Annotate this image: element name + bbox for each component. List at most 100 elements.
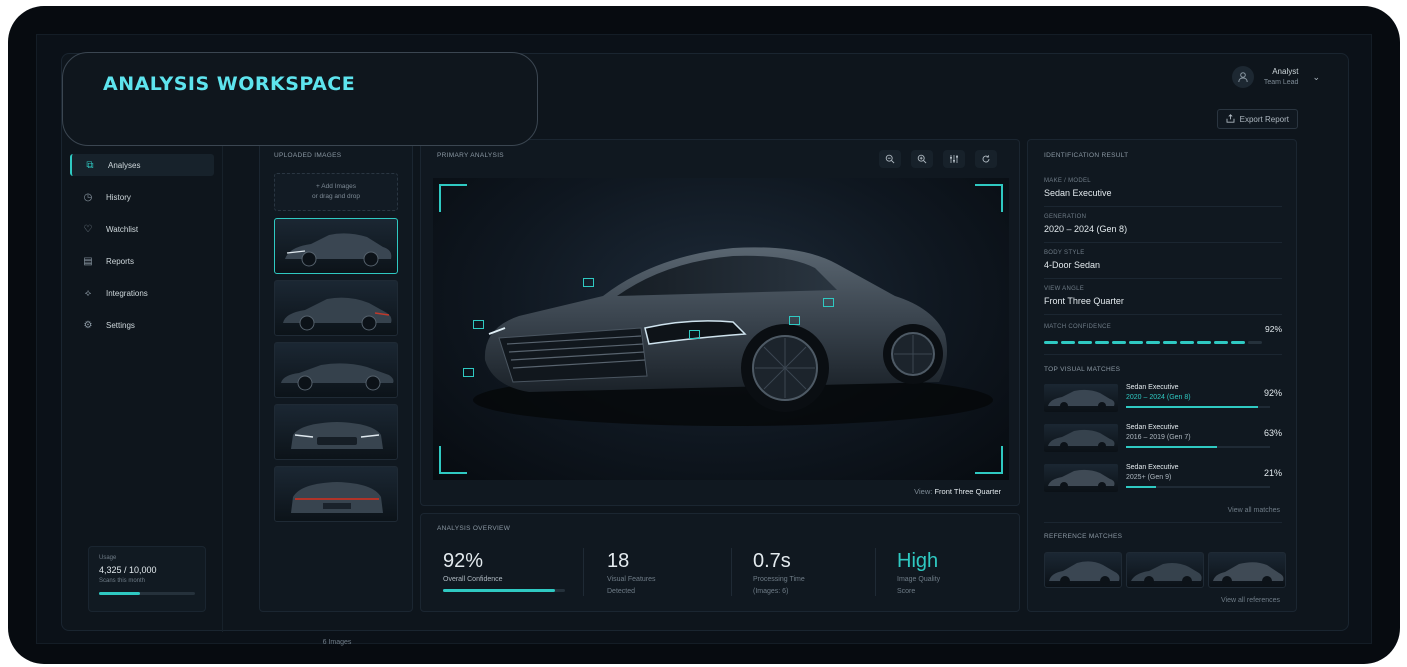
match-item[interactable]: Sedan Executive 2025+ (Gen 9) 21% [1044,462,1282,496]
usage-value: 4,325 / 10,000 [99,565,157,575]
sidebar-item-label: Watchlist [106,224,139,234]
view-all-references-link[interactable]: View all references [1221,597,1280,604]
feature-marker[interactable] [473,320,484,329]
sidebar-item-settings[interactable]: ⚙ Settings [70,314,214,336]
zoom-out-icon[interactable] [879,150,901,168]
image-thumbnail[interactable] [274,280,398,336]
metric-value: High [897,550,939,572]
zoom-in-icon[interactable] [911,150,933,168]
confidence-segment [1061,341,1075,344]
top-matches-label: TOP VISUAL MATCHES [1044,366,1121,373]
divider [1044,314,1282,315]
viewer-toolbar [879,150,997,168]
feature-marker[interactable] [583,278,594,287]
metric-label: Image Quality [897,576,941,583]
confidence-segment [1180,341,1194,344]
confidence-segment [1078,341,1092,344]
car-image [473,247,993,426]
user-name: Analyst [1272,67,1299,76]
image-thumbnail[interactable] [274,466,398,522]
reset-icon[interactable] [975,150,997,168]
metric-label: Detected [607,588,636,595]
confidence-segment [1129,341,1143,344]
view-label: View: Front Three Quarter [914,487,1001,496]
feature-marker[interactable] [463,368,474,377]
match-thumbnail [1044,384,1118,412]
image-thumbnail[interactable] [274,404,398,460]
match-generation: 2020 – 2024 (Gen 8) [1126,394,1191,401]
primary-analysis-panel: PRIMARY ANALYSIS View: Front Three Quart… [420,139,1020,506]
confidence-segment [1214,341,1228,344]
field-generation: GENERATION 2020 – 2024 (Gen 8) [1044,214,1282,234]
view-all-matches-link[interactable]: View all matches [1228,507,1280,514]
match-progress [1126,486,1270,488]
metric-divider [875,548,876,596]
sidebar-item-watchlist[interactable]: ♡ Watchlist [70,218,214,240]
match-item[interactable]: Sedan Executive 2016 – 2019 (Gen 7) 63% [1044,422,1282,456]
device-frame: Analyst Team Lead ⌄ Export Report ⧉ Anal… [8,6,1400,664]
title-banner: ANALYSIS WORKSPACE [62,52,538,146]
primary-label: PRIMARY ANALYSIS [437,152,504,159]
match-generation: 2016 – 2019 (Gen 7) [1126,434,1191,441]
field-value: 4-Door Sedan [1044,260,1101,270]
divider [1044,242,1282,243]
sidebar-item-label: History [106,192,131,202]
metric-divider [583,548,584,596]
adjust-icon[interactable] [943,150,965,168]
confidence-segment [1231,341,1245,344]
uploads-label: UPLOADED IMAGES [274,152,342,159]
feature-marker[interactable] [823,298,834,307]
match-confidence-row: MATCH CONFIDENCE 92% [1044,324,1282,334]
identification-label: IDENTIFICATION RESULT [1044,152,1129,159]
metric-value: 18 [607,550,630,572]
frame-corner [439,446,467,474]
frame-corner [439,184,467,212]
confidence-segment [1163,341,1177,344]
reference-matches-label: REFERENCE MATCHES [1044,533,1123,540]
feature-marker[interactable] [789,316,800,325]
analysis-overview-panel: ANALYSIS OVERVIEW 92% Overall Confidence… [420,513,1020,612]
metric-label: Overall Confidence [443,576,503,583]
sidebar-item-integrations[interactable]: ⟡ Integrations [70,282,214,304]
confidence-meter [1044,341,1262,344]
integrations-icon: ⟡ [84,287,92,299]
feature-marker[interactable] [689,330,700,339]
identification-panel: IDENTIFICATION RESULT MAKE / MODEL Sedan… [1027,139,1297,612]
match-progress-fill [1126,446,1217,448]
usage-progress [99,592,195,595]
add-images-dropzone[interactable]: + Add Images or drag and drop [274,173,398,211]
confidence-segment [1112,341,1126,344]
reference-thumbnail[interactable] [1126,552,1204,588]
match-percent: 21% [1263,468,1282,478]
reference-thumbnail[interactable] [1208,552,1286,588]
metric-label: Visual Features [607,576,656,583]
metric-label: (Images: 6) [753,588,789,595]
field-view-angle: VIEW ANGLE Front Three Quarter [1044,286,1282,306]
field-body-style: BODY STYLE 4-Door Sedan [1044,250,1282,270]
metric-quality: High Image Quality Score [897,550,1027,597]
field-make: MAKE / MODEL Sedan Executive [1044,178,1282,198]
sidebar-item-label: Settings [106,320,135,330]
export-report-button[interactable]: Export Report [1216,109,1298,129]
settings-icon: ⚙ [83,319,93,331]
sidebar-item-reports[interactable]: ▤ Reports [70,250,214,272]
sidebar-item-history[interactable]: ◷ History [70,186,214,208]
metric-features: 18 Visual Features Detected [607,550,737,597]
confidence-progress-fill [443,589,556,592]
sidebar-item-analyses[interactable]: ⧉ Analyses [70,154,214,176]
user-menu[interactable]: Analyst Team Lead ⌄ [1231,66,1320,88]
match-thumbnail [1044,464,1118,492]
watchlist-icon: ♡ [83,223,93,235]
confidence-segment [1197,341,1211,344]
reference-thumbnail[interactable] [1044,552,1122,588]
image-thumbnail[interactable] [274,342,398,398]
field-label: VIEW ANGLE [1044,286,1085,292]
usage-card: Usage 4,325 / 10,000 Scans this month [88,546,206,612]
confidence-progress [443,589,565,592]
chevron-down-icon: ⌄ [1312,71,1320,82]
user-info: Analyst Team Lead [1264,66,1299,88]
image-thumbnail[interactable] [274,218,398,274]
car-image-viewer[interactable] [433,178,1009,480]
confidence-value: 92% [1264,324,1282,334]
match-item[interactable]: Sedan Executive 2020 – 2024 (Gen 8) 92% [1044,382,1282,416]
